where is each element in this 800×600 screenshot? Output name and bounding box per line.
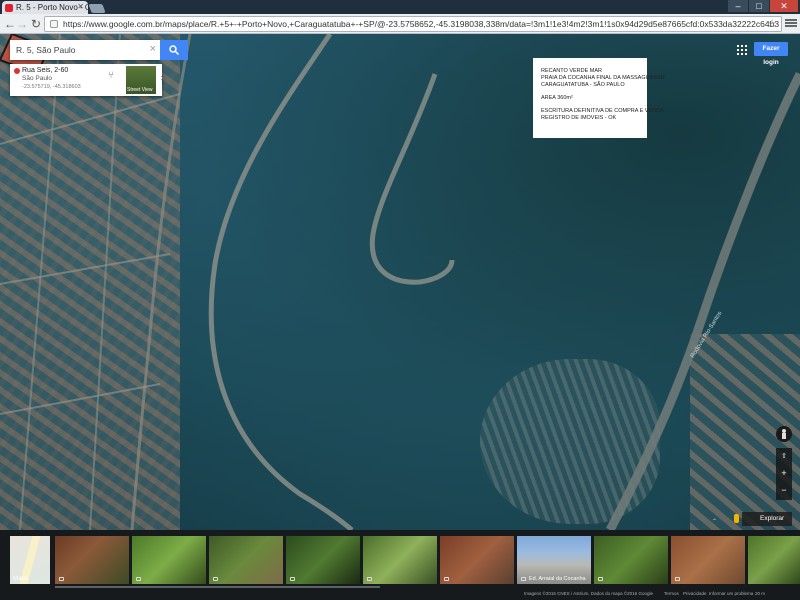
info-line-area: AREA 360m² — [541, 95, 573, 101]
browser-titlebar: R. 5 - Porto Novo - Googl ✕ – □ ✕ — [0, 0, 800, 14]
camera-icon — [675, 577, 680, 581]
search-icon — [169, 45, 179, 55]
expand-photos-icon[interactable]: ⌃ — [712, 515, 717, 529]
google-maps-favicon-icon — [5, 4, 13, 12]
pegman-small-icon — [734, 514, 739, 523]
apps-grid-icon[interactable] — [737, 45, 747, 55]
map-thumbnail[interactable]: Mapa — [10, 536, 50, 584]
browser-toolbar: ← → ↻ https://www.google.com.br/maps/pla… — [0, 14, 800, 34]
scale-label: 20 m — [755, 591, 766, 596]
camera-icon — [367, 577, 372, 581]
chrome-menu-icon[interactable] — [785, 18, 797, 30]
search-value: R. 5, São Paulo — [16, 45, 76, 55]
place-name: Rua Seis, 2-60 — [22, 67, 69, 74]
close-window-button[interactable]: ✕ — [770, 0, 798, 12]
zoom-control: ⇧ + − — [776, 448, 792, 500]
reload-icon[interactable]: ↻ — [28, 16, 44, 32]
compass-icon[interactable]: ⇧ — [776, 448, 792, 465]
map-thumb-label: Mapa — [13, 576, 29, 582]
map-footer: Imagens ©2016 CNES / Astrium, Dados do m… — [0, 588, 800, 600]
privacy-link[interactable]: Privacidade — [683, 591, 707, 596]
close-tab-icon[interactable]: ✕ — [77, 2, 84, 11]
bookmark-star-icon[interactable]: ☆ — [767, 17, 777, 30]
window-controls: – □ ✕ — [728, 0, 798, 12]
explore-button[interactable]: ⌃ Explorar — [712, 512, 792, 526]
info-line-location: PRAIA DA COCANHA FINAL DA MASSAGUASSÚ — [541, 75, 665, 81]
photo-thumbnail[interactable] — [132, 536, 206, 584]
zoom-out-button[interactable]: − — [776, 482, 792, 499]
pegman-icon[interactable] — [776, 426, 792, 442]
search-button[interactable] — [160, 40, 188, 60]
minimize-button[interactable]: – — [728, 0, 748, 12]
camera-icon — [59, 577, 64, 581]
satellite-map[interactable]: Rodovia Rio-Santos — [0, 34, 800, 530]
place-city: São Paulo — [22, 75, 52, 82]
zoom-in-button[interactable]: + — [776, 465, 792, 482]
close-card-icon[interactable]: ✕ — [160, 74, 167, 83]
info-line-city: CARAGUATATUBA - SÃO PAULO — [541, 82, 625, 88]
terms-link[interactable]: Termos — [664, 591, 679, 596]
camera-icon — [521, 577, 526, 581]
photo-caption: Ed. Arraial da Cocanha — [529, 576, 586, 582]
info-line-title: RECANTO VERDE MAR — [541, 68, 603, 74]
location-pin-icon — [14, 68, 20, 74]
address-bar[interactable]: https://www.google.com.br/maps/place/R.+… — [44, 16, 782, 32]
report-link[interactable]: Informar um problema — [709, 591, 753, 596]
photo-thumbnail[interactable] — [594, 536, 668, 584]
photo-thumbnail[interactable] — [55, 536, 129, 584]
camera-icon — [290, 577, 295, 581]
camera-icon — [444, 577, 449, 581]
place-card[interactable]: Rua Seis, 2-60 São Paulo -23.575719, -45… — [10, 64, 167, 96]
photo-thumbnail[interactable] — [671, 536, 745, 584]
address-url: https://www.google.com.br/maps/place/R.+… — [63, 19, 780, 29]
property-info-box: RECANTO VERDE MAR PRAIA DA COCANHA FINAL… — [533, 58, 665, 138]
camera-icon — [598, 577, 603, 581]
maximize-button[interactable]: □ — [749, 0, 769, 12]
attribution-text: Imagens ©2016 CNES / Astrium, Dados do m… — [524, 591, 653, 596]
info-line-deed: ESCRITURA DEFINITIVA DE COMPRA E VENDA — [541, 108, 664, 114]
street-view-label: Street View — [127, 87, 153, 93]
directions-icon[interactable]: ⑂ — [108, 70, 114, 81]
clear-search-icon[interactable]: × — [150, 43, 156, 55]
photo-thumbnail[interactable] — [363, 536, 437, 584]
new-tab-button[interactable] — [88, 4, 106, 13]
map-roads — [0, 34, 800, 530]
signin-button[interactable]: Fazer login — [754, 42, 788, 66]
photo-thumbnail[interactable]: Ed. Arraial da Cocanha — [517, 536, 591, 584]
browser-tab[interactable]: R. 5 - Porto Novo - Googl ✕ — [2, 1, 88, 14]
camera-icon — [213, 577, 218, 581]
photo-thumbnail[interactable] — [286, 536, 360, 584]
street-view-thumbnail[interactable]: Street View — [126, 66, 156, 94]
place-coords: -23.575719, -45.318603 — [22, 84, 81, 90]
photo-thumbnail[interactable] — [209, 536, 283, 584]
photo-thumbnail[interactable] — [748, 536, 800, 584]
camera-icon — [136, 577, 141, 581]
photo-thumbnail[interactable] — [440, 536, 514, 584]
info-line-registry: REGISTRO DE IMOVEIS - OK — [541, 115, 617, 121]
search-input[interactable]: R. 5, São Paulo × — [10, 40, 160, 60]
explore-label: Explorar — [760, 515, 785, 522]
lock-icon — [50, 20, 58, 28]
